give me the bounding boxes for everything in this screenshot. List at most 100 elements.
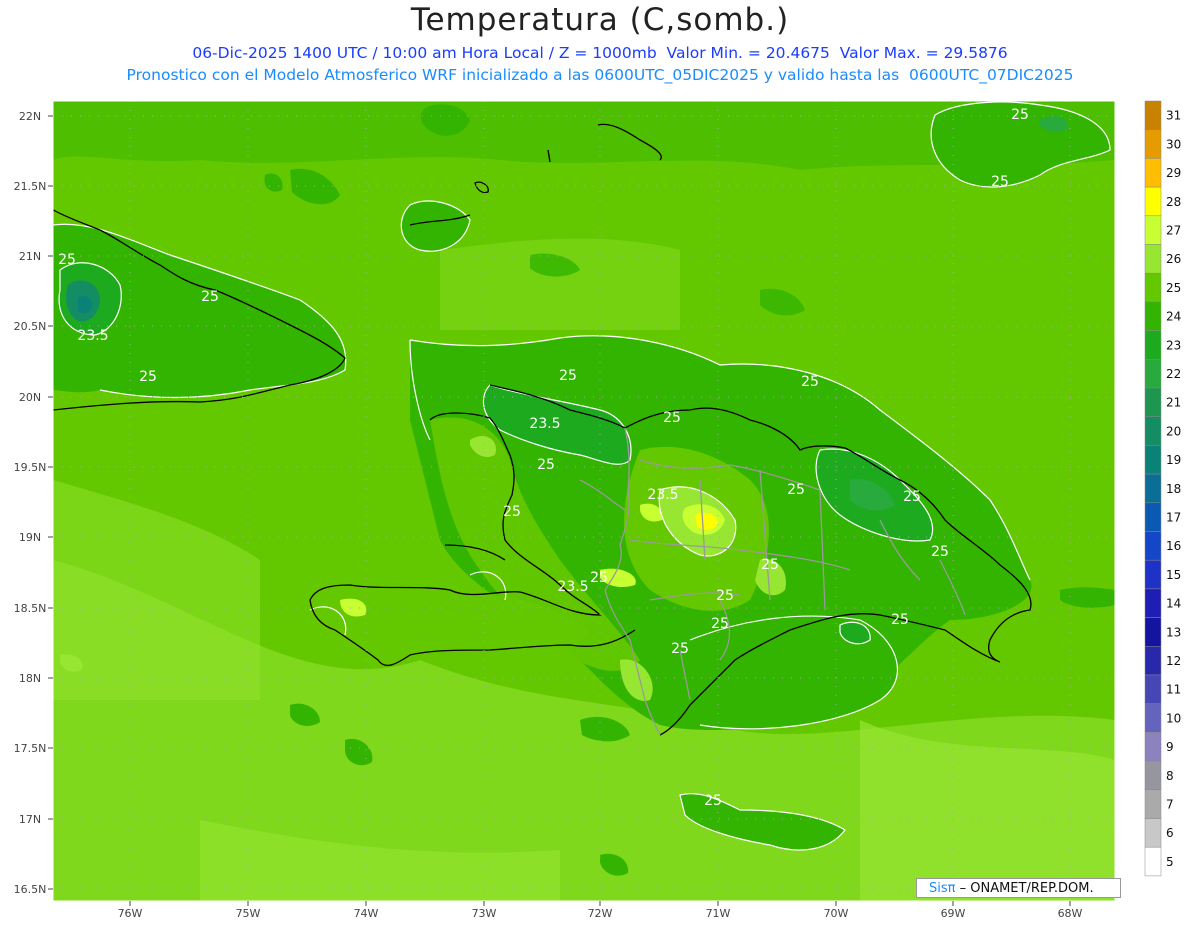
lon-label: 71W	[706, 907, 731, 920]
contour-label: 25	[761, 557, 779, 573]
contour-label: 25	[711, 616, 729, 632]
lat-label: 17.5N	[14, 742, 47, 755]
lon-label: 72W	[588, 907, 613, 920]
colorbar-swatch	[1144, 445, 1162, 475]
contour-label: 25	[559, 368, 577, 384]
colorbar-swatch	[1144, 186, 1162, 217]
lat-label: 17N	[19, 813, 41, 826]
colorbar-swatch	[1144, 646, 1162, 676]
colorbar-label: 5	[1166, 855, 1174, 869]
colorbar-label: 7	[1166, 798, 1174, 812]
contour-label: 25	[801, 374, 819, 390]
contour-label: 25	[663, 410, 681, 426]
colorbar-swatch	[1144, 559, 1162, 590]
contour-label: 25	[891, 612, 909, 628]
colorbar-label: 25	[1166, 281, 1181, 295]
contour-label: 25	[716, 588, 734, 604]
colorbar-swatch	[1144, 473, 1162, 504]
colorbar-label: 16	[1166, 539, 1181, 553]
color-bar: 31 30 29 28 27 26 25 24 23 22 21 20 19 18 17 16 15 14 13 12…	[1144, 100, 1181, 877]
colorbar-label: 29	[1166, 166, 1181, 180]
colorbar-label: 26	[1166, 252, 1181, 266]
lat-label: 20N	[19, 391, 41, 404]
colorbar-swatch	[1144, 674, 1162, 704]
colorbar-swatch	[1144, 846, 1162, 877]
contour-label: 25	[201, 289, 219, 305]
contour-label: 23.5	[77, 328, 108, 344]
colorbar-label: 24	[1166, 310, 1181, 324]
lat-label: 22N	[19, 110, 41, 123]
colorbar-swatch	[1144, 359, 1162, 389]
contour-label: 23.5	[647, 487, 678, 503]
colorbar-swatch	[1144, 330, 1162, 360]
colorbar-label: 21	[1166, 396, 1181, 410]
lat-label: 21N	[19, 250, 41, 263]
colorbar-swatch	[1144, 416, 1162, 446]
lon-label: 76W	[118, 907, 143, 920]
colorbar-label: 19	[1166, 453, 1181, 467]
contour-label: 25	[139, 369, 157, 385]
colorbar-swatch	[1144, 100, 1162, 130]
colorbar-label: 11	[1166, 683, 1181, 697]
colorbar-label: 14	[1166, 597, 1181, 611]
colorbar-swatch	[1144, 215, 1162, 245]
lat-label: 19N	[19, 531, 41, 544]
colorbar-swatch	[1144, 244, 1162, 274]
colorbar-label: 15	[1166, 568, 1181, 582]
colorbar-label: 20	[1166, 424, 1181, 438]
lon-label: 69W	[941, 907, 966, 920]
lon-label: 68W	[1058, 907, 1083, 920]
contour-label: 25	[1011, 107, 1029, 123]
colorbar-label: 28	[1166, 195, 1181, 209]
colorbar-swatch	[1144, 387, 1162, 417]
colorbar-label: 13	[1166, 625, 1181, 639]
colorbar-label: 22	[1166, 367, 1181, 381]
colorbar-label: 6	[1166, 826, 1174, 840]
colorbar-swatch	[1144, 531, 1162, 561]
lon-label: 74W	[354, 907, 379, 920]
sispi-logo: Sisπ	[929, 881, 956, 896]
contour-label: 25	[537, 457, 555, 473]
longitude-labels: 76W 75W 74W 73W 72W 71W 70W 69W 68W	[118, 901, 1083, 920]
colorbar-swatch	[1144, 502, 1162, 532]
colorbar-label: 17	[1166, 511, 1181, 525]
lat-label: 21.5N	[14, 180, 47, 193]
colorbar-swatch	[1144, 732, 1162, 762]
colorbar-label: 9	[1166, 740, 1174, 754]
contour-label: 25	[931, 544, 949, 560]
credit-box: Sisπ – ONAMET/REP.DOM.	[916, 878, 1121, 898]
contour-label: 25	[590, 570, 608, 586]
contour-label: 23.5	[529, 416, 560, 432]
lat-label: 16.5N	[14, 883, 47, 896]
colorbar-swatch	[1144, 760, 1162, 791]
colorbar-label: 23	[1166, 338, 1181, 352]
contour-label: 25	[903, 489, 921, 505]
lat-label: 20.5N	[14, 320, 47, 333]
contour-label: 25	[991, 174, 1009, 190]
colorbar-label: 18	[1166, 482, 1181, 496]
colorbar-swatch	[1144, 301, 1162, 331]
colorbar-swatch	[1144, 617, 1162, 647]
colorbar-label: 31	[1166, 109, 1181, 123]
lat-label: 18.5N	[14, 602, 47, 615]
colorbar-swatch	[1144, 158, 1162, 188]
colorbar-label: 10	[1166, 711, 1181, 725]
latitude-labels: 22N 21.5N 21N 20.5N 20N 19.5N 19N 18.5N 18N 17.5N…	[14, 110, 53, 896]
contour-label: 23.5	[557, 579, 588, 595]
contour-label: 25	[787, 482, 805, 498]
contour-label: 25	[58, 252, 76, 268]
colorbar-label: 27	[1166, 224, 1181, 238]
colorbar-swatch	[1144, 789, 1162, 819]
colorbar-label: 12	[1166, 654, 1181, 668]
lon-label: 73W	[472, 907, 497, 920]
colorbar-swatch	[1144, 129, 1162, 159]
lon-label: 70W	[824, 907, 849, 920]
colorbar-swatch	[1144, 818, 1162, 848]
lat-label: 19.5N	[14, 461, 47, 474]
colorbar-swatch	[1144, 588, 1162, 618]
colorbar-label: 8	[1166, 769, 1174, 783]
colorbar-swatch	[1144, 703, 1162, 733]
credit-text: – ONAMET/REP.DOM.	[959, 881, 1094, 896]
lat-label: 18N	[19, 672, 41, 685]
colorbar-label: 30	[1166, 137, 1181, 151]
